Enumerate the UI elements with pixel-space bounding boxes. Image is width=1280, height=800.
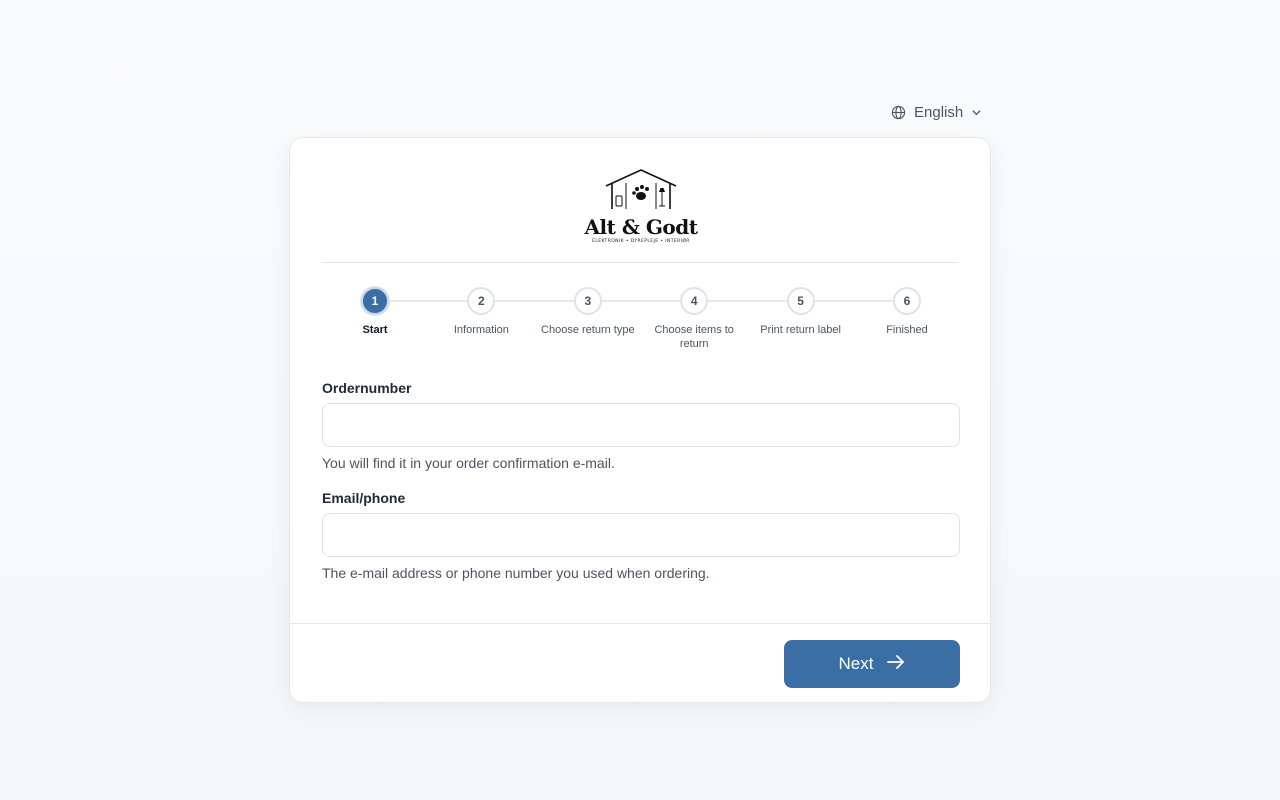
- globe-icon: [891, 105, 906, 120]
- step-circle: 5: [786, 287, 815, 315]
- step-print-label: 5 Print return label: [748, 287, 854, 337]
- chevron-down-icon: [971, 107, 982, 118]
- footer-divider: [290, 623, 990, 624]
- step-finished: 6 Finished: [854, 287, 960, 337]
- step-label: Choose items to return: [654, 324, 734, 350]
- brand-name: Alt & Godt: [584, 215, 698, 239]
- brand-tagline: ELEKTRONIK • DYREPLEJE • INTERIØR: [592, 239, 690, 244]
- language-label: English: [914, 103, 964, 121]
- ordernumber-label: Ordernumber: [322, 380, 412, 396]
- language-selector[interactable]: English: [891, 102, 982, 122]
- brand-logo: Alt & Godt ELEKTRONIK • DYREPLEJE • INTE…: [576, 168, 706, 244]
- step-circle: 4: [680, 287, 709, 315]
- ordernumber-input[interactable]: [322, 403, 960, 447]
- step-label: Print return label: [760, 324, 841, 336]
- step-information: 2 Information: [428, 287, 534, 337]
- step-label: Information: [453, 324, 509, 336]
- arrow-right-icon: [887, 654, 905, 674]
- step-circle: 2: [467, 287, 496, 315]
- next-button[interactable]: Next: [784, 640, 960, 688]
- progress-stepper: 1 Start 2 Information 3 Choose return ty…: [322, 287, 960, 357]
- step-choose-return-type: 3 Choose return type: [535, 287, 641, 337]
- step-choose-items: 4 Choose items to return: [641, 287, 747, 351]
- next-button-label: Next: [838, 654, 874, 673]
- email-phone-help: The e-mail address or phone number you u…: [322, 565, 710, 581]
- step-label: Start: [362, 324, 388, 336]
- step-start: 1 Start: [322, 287, 428, 337]
- email-phone-label: Email/phone: [322, 490, 406, 506]
- email-phone-input[interactable]: [322, 513, 960, 557]
- header-divider: [322, 262, 958, 263]
- step-circle: 3: [573, 287, 602, 315]
- ordernumber-help: You will find it in your order confirmat…: [322, 455, 615, 471]
- step-circle: 1: [361, 287, 389, 315]
- step-label: Finished: [886, 324, 928, 336]
- step-circle: 6: [893, 287, 921, 315]
- return-card: Alt & Godt ELEKTRONIK • DYREPLEJE • INTE…: [289, 137, 991, 703]
- step-label: Choose return type: [541, 324, 635, 336]
- house-logo-icon: [604, 168, 678, 215]
